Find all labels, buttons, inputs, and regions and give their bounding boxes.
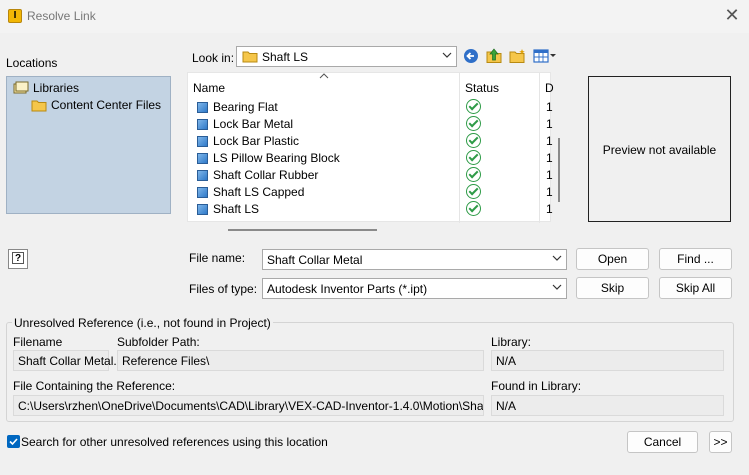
- file-name: Lock Bar Plastic: [213, 134, 300, 148]
- file-row[interactable]: Shaft LS 1: [188, 200, 553, 217]
- sort-ascending-icon: [319, 73, 329, 79]
- file-name: LS Pillow Bearing Block: [213, 151, 340, 165]
- find-button[interactable]: Find ...: [659, 248, 732, 270]
- status-ok-icon: [466, 99, 481, 114]
- vertical-scrollbar[interactable]: [558, 138, 560, 202]
- status-ok-icon: [466, 201, 481, 216]
- back-icon[interactable]: [463, 48, 479, 64]
- skip-all-button[interactable]: Skip All: [659, 277, 732, 299]
- horizontal-scrollbar[interactable]: [228, 229, 377, 231]
- status-ok-icon: [466, 167, 481, 182]
- file-row[interactable]: LS Pillow Bearing Block 1: [188, 149, 553, 166]
- file-row[interactable]: Lock Bar Plastic 1: [188, 132, 553, 149]
- preview-text: Preview not available: [602, 143, 717, 157]
- file-list-rows: Bearing Flat 1 Lock Bar Metal 1 Lock Bar Pla…: [188, 98, 553, 217]
- found-field: N/A: [491, 395, 724, 416]
- status-ok-icon: [466, 150, 481, 165]
- inventor-app-icon: I: [8, 9, 22, 23]
- library-label: Library:: [491, 335, 532, 349]
- part-icon: [197, 152, 208, 164]
- close-icon[interactable]: ✕: [722, 5, 742, 25]
- file-name: Shaft Collar Rubber: [213, 168, 319, 182]
- folder-icon: [242, 51, 258, 63]
- file-name: Shaft LS Capped: [213, 185, 305, 199]
- file-date: 1: [546, 100, 553, 114]
- filetype-label: Files of type:: [189, 282, 258, 296]
- containing-field: C:\Users\rzhen\OneDrive\Documents\CAD\Li…: [13, 395, 484, 416]
- window-title: Resolve Link: [27, 9, 96, 23]
- file-row[interactable]: Bearing Flat 1: [188, 98, 553, 115]
- tree-item-libraries[interactable]: Libraries: [13, 81, 79, 95]
- file-name: Lock Bar Metal: [213, 117, 294, 131]
- part-icon: [197, 101, 208, 113]
- part-icon: [197, 203, 208, 215]
- libraries-icon: [13, 81, 29, 94]
- search-checkbox[interactable]: [7, 435, 20, 448]
- file-name: Bearing Flat: [213, 100, 278, 114]
- file-date: 1: [546, 202, 553, 216]
- chevron-down-icon: [442, 52, 452, 58]
- file-date: 1: [546, 168, 553, 182]
- containing-label: File Containing the Reference:: [13, 379, 176, 393]
- column-date[interactable]: D: [545, 81, 554, 95]
- file-date: 1: [546, 134, 553, 148]
- chevron-down-icon[interactable]: [552, 282, 562, 292]
- file-row[interactable]: Lock Bar Metal 1: [188, 115, 553, 132]
- tree-item-content-center[interactable]: Content Center Files: [31, 98, 161, 112]
- part-icon: [197, 135, 208, 147]
- file-list-header: Name Status D: [188, 73, 554, 223]
- new-folder-icon[interactable]: [509, 48, 526, 64]
- view-menu-icon[interactable]: [533, 48, 557, 64]
- filename-label: File name:: [189, 251, 246, 265]
- lookin-label: Look in:: [192, 51, 235, 65]
- unresolved-filename-label: Filename: [13, 335, 63, 349]
- found-label: Found in Library:: [491, 379, 582, 393]
- column-status[interactable]: Status: [465, 81, 499, 95]
- unresolved-filename-field: Shaft Collar Metal.: [13, 350, 117, 371]
- locations-label: Locations: [6, 56, 58, 70]
- tree-item-label: Content Center Files: [51, 98, 162, 112]
- part-icon: [197, 186, 208, 198]
- file-row[interactable]: Shaft LS Capped 1: [188, 183, 553, 200]
- folder-icon: [31, 100, 47, 111]
- help-icon: ?: [12, 252, 24, 264]
- file-name: Shaft LS: [213, 202, 260, 216]
- lookin-combo[interactable]: Shaft LS: [236, 46, 457, 67]
- filename-combo[interactable]: Shaft Collar Metal: [262, 249, 567, 270]
- filename-input[interactable]: Shaft Collar Metal: [267, 253, 362, 267]
- status-ok-icon: [466, 184, 481, 199]
- more-button[interactable]: >>: [709, 431, 732, 453]
- part-icon: [197, 118, 208, 130]
- unresolved-title: Unresolved Reference (i.e., not found in…: [12, 316, 273, 330]
- up-folder-icon[interactable]: [486, 47, 502, 64]
- preview-pane: Preview not available: [588, 76, 731, 222]
- subfolder-label: Subfolder Path:: [117, 335, 200, 349]
- column-name[interactable]: Name: [193, 81, 225, 95]
- cancel-button[interactable]: Cancel: [627, 431, 698, 453]
- chevron-down-icon[interactable]: [552, 253, 562, 263]
- tree-item-label: Libraries: [33, 81, 80, 95]
- library-field: N/A: [491, 350, 724, 371]
- part-icon: [197, 169, 208, 181]
- file-list[interactable]: Name Status D Bearing Flat 1 Lock Bar Meta…: [187, 72, 554, 231]
- open-button[interactable]: Open: [576, 248, 649, 270]
- subfolder-field: Reference Files\: [117, 350, 484, 371]
- locations-tree[interactable]: Libraries Content Center Files: [6, 76, 171, 214]
- file-date: 1: [546, 185, 553, 199]
- checkmark-icon: [9, 438, 18, 446]
- file-date: 1: [546, 151, 553, 165]
- filetype-combo[interactable]: Autodesk Inventor Parts (*.ipt): [262, 278, 567, 299]
- filetype-value: Autodesk Inventor Parts (*.ipt): [267, 282, 428, 296]
- title-bar: I Resolve Link ✕: [0, 0, 749, 33]
- lookin-value: Shaft LS: [262, 50, 309, 64]
- skip-button[interactable]: Skip: [576, 277, 649, 299]
- search-checkbox-label[interactable]: Search for other unresolved references u…: [21, 435, 328, 449]
- help-button[interactable]: ?: [8, 249, 28, 269]
- status-ok-icon: [466, 133, 481, 148]
- file-date: 1: [546, 117, 553, 131]
- status-ok-icon: [466, 116, 481, 131]
- file-row[interactable]: Shaft Collar Rubber 1: [188, 166, 553, 183]
